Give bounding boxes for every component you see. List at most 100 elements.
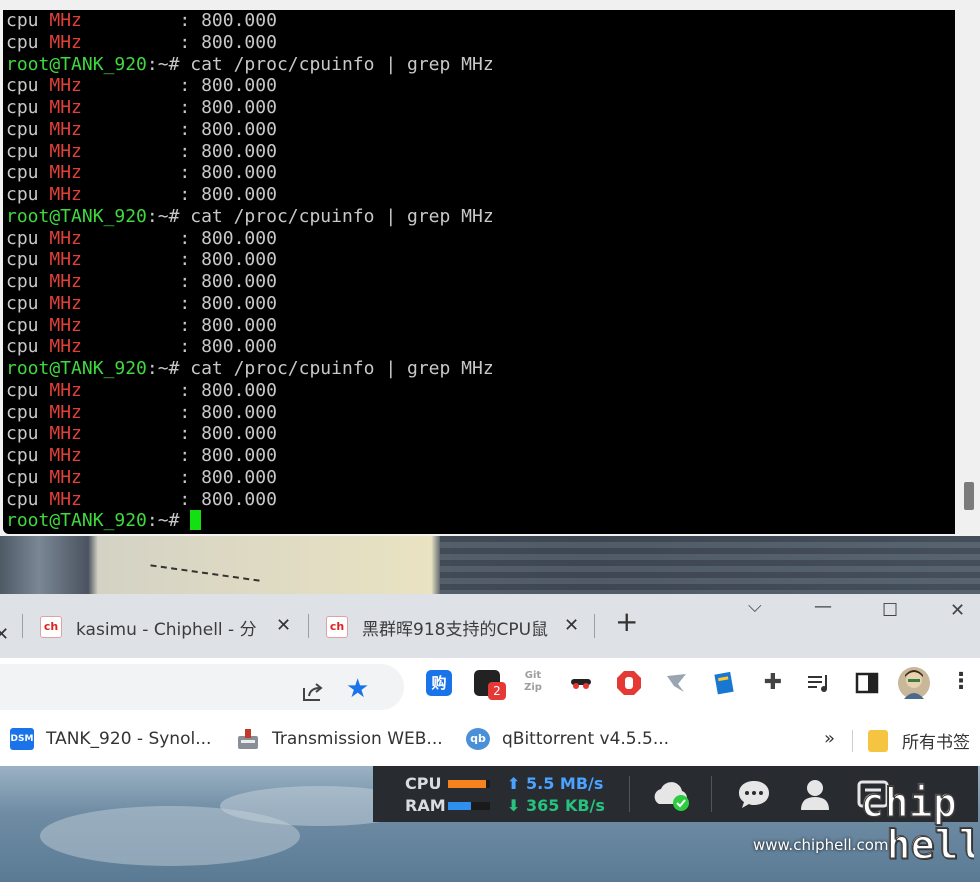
terminal-path: :~ xyxy=(146,53,169,75)
share-icon[interactable] xyxy=(300,679,326,705)
upload-speed-value: 5.5 MB/s xyxy=(525,774,604,793)
terminal-value: : 800.000 xyxy=(81,488,277,510)
tab-separator xyxy=(308,614,309,638)
ram-usage-bar xyxy=(448,802,490,810)
wallpaper-stripes xyxy=(440,536,980,594)
gou-icon[interactable]: 购 xyxy=(426,670,452,696)
terminal-output-line: cpu MHz : 800.000 xyxy=(6,10,494,32)
tab-separator xyxy=(594,614,595,638)
tab-close-icon[interactable]: ✕ xyxy=(0,624,9,645)
bookmark-star-icon[interactable]: ★ xyxy=(346,674,369,704)
address-bar[interactable]: ★ xyxy=(0,664,404,710)
all-bookmarks-button[interactable]: 所有书签 xyxy=(868,728,970,753)
terminal-output-line: cpu MHz : 800.000 xyxy=(6,162,494,184)
bookmark-qbittorrent[interactable]: qb qBittorrent v4.5.5... xyxy=(466,728,669,750)
terminal-unit: MHz xyxy=(49,10,82,31)
media-queue-icon[interactable] xyxy=(806,670,832,696)
terminal-screen[interactable]: cpu MHz : 800.000 cpu MHz : 800.000 root@T… xyxy=(3,10,955,534)
terminal-unit: MHz xyxy=(49,162,82,184)
terminal-output-line: cpu MHz : 800.000 xyxy=(6,271,494,293)
user-icon[interactable] xyxy=(799,778,831,814)
terminal-output-line: cpu MHz : 800.000 xyxy=(6,228,494,250)
terminal-label: cpu xyxy=(6,271,50,292)
cloud-sync-icon[interactable] xyxy=(651,776,691,816)
terminal-value: : 800.000 xyxy=(81,271,277,292)
gitzip-icon[interactable]: Git Zip xyxy=(520,670,546,696)
chat-icon[interactable] xyxy=(737,779,771,813)
terminal-value: : 800.000 xyxy=(81,10,277,31)
terminal-value: : 800.000 xyxy=(81,227,277,249)
bookmark-synology[interactable]: DSM TANK_920 - Synol... xyxy=(10,728,211,750)
terminal-unit: MHz xyxy=(49,184,82,205)
terminal-label: cpu xyxy=(6,249,50,271)
terminal-label: cpu xyxy=(6,314,50,336)
terminal-label: cpu xyxy=(6,423,50,445)
all-bookmarks-label: 所有书签 xyxy=(902,733,970,753)
terminal-output-line: cpu MHz : 800.000 xyxy=(6,75,494,97)
terminal-output-line: cpu MHz : 800.000 xyxy=(6,184,494,206)
new-tab-button[interactable]: + xyxy=(615,608,638,636)
terminal-value: : 800.000 xyxy=(81,118,277,140)
terminal-prompt: root@TANK_920 xyxy=(6,205,147,227)
chip-hell-icon: ch xyxy=(326,616,348,638)
terminal-value: : 800.000 xyxy=(81,162,277,184)
bookmarks-bar: DSM TANK_920 - Synol... Transmission WEB… xyxy=(0,716,980,766)
terminal-prompt: root@TANK_920 xyxy=(6,53,147,75)
notification-badge: 2 xyxy=(488,682,506,700)
tab-title: 黑群晖918支持的CPU鼠 xyxy=(362,619,549,640)
maximize-button[interactable]: ☐ xyxy=(882,600,898,621)
terminal-title-strip xyxy=(0,0,980,10)
bookmark-transmission[interactable]: Transmission WEB... xyxy=(236,728,443,750)
terminal-label: cpu xyxy=(6,97,50,118)
incognito-icon[interactable] xyxy=(568,670,594,696)
terminal-prompt: root@TANK_920 xyxy=(6,510,147,532)
chiphell-watermark-url: www.chiphell.com xyxy=(753,836,889,854)
terminal-scrollbar-thumb[interactable] xyxy=(964,482,974,510)
terminal-label: cpu xyxy=(6,336,50,358)
terminal-unit: MHz xyxy=(49,379,82,401)
terminal-output-line: cpu MHz : 800.000 xyxy=(6,336,494,358)
terminal-label: cpu xyxy=(6,227,50,249)
kebab-menu-icon[interactable]: ⋮ xyxy=(948,670,974,696)
close-window-button[interactable]: ✕ xyxy=(950,600,965,621)
terminal-unit: MHz xyxy=(49,314,82,336)
stop-hand-icon[interactable] xyxy=(616,670,642,696)
terminal-output-line: cpu MHz : 800.000 xyxy=(6,445,494,467)
bird-icon[interactable] xyxy=(664,670,690,696)
minimize-button[interactable]: — xyxy=(814,596,832,617)
terminal-value: : 800.000 xyxy=(81,466,277,488)
tab-synology-cpu[interactable]: ch 黑群晖918支持的CPU鼠 ✕ xyxy=(326,608,586,646)
book-icon[interactable] xyxy=(712,670,738,696)
avatar[interactable] xyxy=(898,667,930,699)
tab-close-icon[interactable]: ✕ xyxy=(276,615,291,636)
tab-partial[interactable]: ✕ xyxy=(0,608,9,646)
terminal-unit: MHz xyxy=(49,423,82,445)
terminal-value: : 800.000 xyxy=(81,249,277,271)
puzzle-icon[interactable]: ✚ xyxy=(760,670,786,696)
bookmarks-overflow-button[interactable]: » xyxy=(824,728,835,749)
tab-close-icon[interactable]: ✕ xyxy=(564,615,579,636)
terminal-unit: MHz xyxy=(49,445,82,466)
tab-kasimu[interactable]: ch kasimu - Chiphell - 分 ✕ xyxy=(40,608,300,646)
terminal-scrollbar[interactable] xyxy=(955,10,980,534)
terminal-path: :~ xyxy=(146,358,169,379)
terminal-label: cpu xyxy=(6,75,50,97)
terminal-value: : 800.000 xyxy=(81,401,277,423)
terminal-label: cpu xyxy=(6,162,50,184)
notification-icon[interactable]: 2 xyxy=(474,670,506,700)
sidepanel-icon[interactable] xyxy=(854,670,880,696)
terminal-unit: MHz xyxy=(49,140,82,162)
terminal-value: : 800.000 xyxy=(81,292,277,314)
download-speed: ⬇ 365 KB/s xyxy=(507,796,605,815)
terminal-value: : 800.000 xyxy=(81,423,277,445)
terminal-value: : 800.000 xyxy=(81,140,277,162)
terminal-value: : 800.000 xyxy=(81,379,277,401)
terminal-window: cpu MHz : 800.000 cpu MHz : 800.000 root@T… xyxy=(0,0,980,536)
terminal-output-line: cpu MHz : 800.000 xyxy=(6,467,494,489)
terminal-unit: MHz xyxy=(49,271,82,292)
cpu-label: CPU xyxy=(405,774,442,793)
tab-separator xyxy=(22,614,23,638)
terminal-output-line: cpu MHz : 800.000 xyxy=(6,380,494,402)
upload-speed: ⬆ 5.5 MB/s xyxy=(507,774,604,793)
tab-search-chevron-icon[interactable]: ⌵ xyxy=(748,596,762,617)
